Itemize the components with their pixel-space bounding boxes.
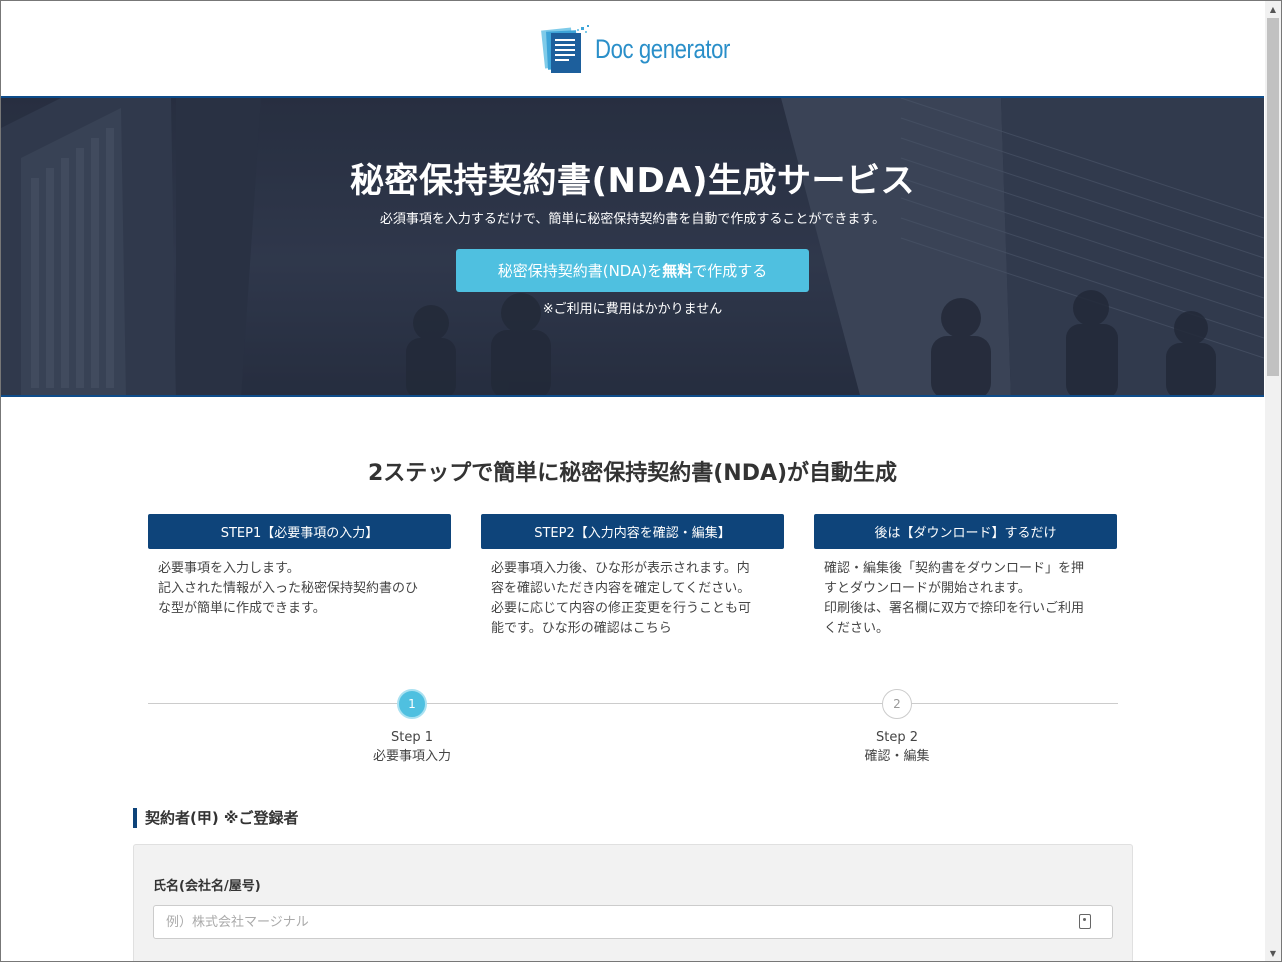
progress-step-2-dot: 2 — [882, 689, 912, 719]
name-field-label: 氏名(会社名/屋号) — [153, 879, 261, 894]
progress-step-title: Step 2 — [875, 730, 918, 745]
step-card-body: 必要事項を入力します。 記入された情報が入った秘密保持契約書のひ な型が簡単に作… — [148, 549, 451, 619]
step-card-1: STEP1【必要事項の入力】 必要事項を入力します。 記入された情報が入った秘密… — [148, 514, 451, 619]
step-card-heading: STEP2【入力内容を確認・編集】 — [481, 514, 784, 549]
form-section-heading: 契約者(甲) ※ご登録者 — [133, 808, 299, 828]
step-card-text: 必要事項入力後、ひな形が表示されます。内 — [491, 561, 750, 576]
cta-suffix: で作成する — [692, 262, 768, 280]
step-card-2: STEP2【入力内容を確認・編集】 必要事項入力後、ひな形が表示されます。内 容… — [481, 514, 784, 639]
step-card-heading: 後は【ダウンロード】するだけ — [814, 514, 1117, 549]
cta-bold: 無料 — [662, 262, 693, 280]
site-header: Doc generator — [1, 1, 1264, 96]
scrollbar-thumb[interactable] — [1267, 18, 1279, 376]
step-card-text: な型が簡単に作成できます。 — [158, 601, 326, 616]
vertical-scrollbar[interactable]: ▲ ▼ — [1265, 1, 1281, 961]
hero-banner: 秘密保持契約書(NDA)生成サービス 必須事項を入力するだけで、簡単に秘密保持契… — [1, 96, 1264, 397]
cta-prefix: 秘密保持契約書(NDA)を — [497, 262, 663, 280]
step-card-text: 記入された情報が入った秘密保持契約書のひ — [158, 581, 419, 596]
scroll-up-arrow-icon[interactable]: ▲ — [1265, 1, 1281, 17]
form-panel: 氏名(会社名/屋号) — [133, 844, 1133, 962]
progress-step-1-label: Step 1 必要事項入力 — [312, 728, 512, 766]
document-stack-icon — [541, 23, 591, 75]
progress-step-1-dot: 1 — [397, 689, 427, 719]
step-card-text: 容を確認いただき内容を確定してください。 — [491, 581, 751, 596]
contact-card-icon[interactable] — [1079, 914, 1091, 929]
company-name-input[interactable] — [153, 905, 1113, 939]
step-card-text[interactable]: 能です。ひな形の確認はこちら — [491, 619, 774, 639]
step-card-text: 必要事項を入力します。 — [158, 561, 300, 576]
steps-section-title: 2ステップで簡単に秘密保持契約書(NDA)が自動生成 — [367, 461, 898, 486]
step-card-text: ください。 — [824, 621, 890, 636]
hero-background-image — [1, 98, 1264, 395]
hero-note: ※ご利用に費用はかかりません — [542, 302, 723, 317]
step-card-text: 確認・編集後「契約書をダウンロード」を押 — [824, 561, 1085, 576]
hero-subtitle: 必須事項を入力するだけで、簡単に秘密保持契約書を自動で作成することができます。 — [379, 212, 886, 227]
progress-step-desc: 必要事項入力 — [372, 749, 451, 764]
step-card-text: 印刷後は、署名欄に双方で捺印を行いご利用 — [824, 601, 1085, 616]
step-card-text: すとダウンロードが開始されます。 — [824, 581, 1031, 596]
logo-text: Doc generator — [595, 33, 730, 64]
logo[interactable]: Doc generator — [541, 23, 760, 75]
create-nda-button[interactable]: 秘密保持契約書(NDA)を 無料 で作成する — [456, 249, 809, 292]
step-card-body: 確認・編集後「契約書をダウンロード」を押 すとダウンロードが開始されます。 印刷… — [814, 549, 1117, 639]
progress-step-title: Step 1 — [390, 730, 433, 745]
step-card-text: 必要に応じて内容の修正変更を行うことも可 — [491, 601, 752, 616]
progress-step-desc: 確認・編集 — [864, 749, 930, 764]
step-card-heading: STEP1【必要事項の入力】 — [148, 514, 451, 549]
progress-step-2-label: Step 2 確認・編集 — [797, 728, 997, 766]
progress-line — [148, 703, 1118, 704]
hero-title: 秘密保持契約書(NDA)生成サービス — [349, 161, 916, 201]
scroll-down-arrow-icon[interactable]: ▼ — [1265, 945, 1281, 961]
step-card-3: 後は【ダウンロード】するだけ 確認・編集後「契約書をダウンロード」を押 すとダウ… — [814, 514, 1117, 639]
step-card-body: 必要事項入力後、ひな形が表示されます。内 容を確認いただき内容を確定してください… — [481, 549, 784, 639]
